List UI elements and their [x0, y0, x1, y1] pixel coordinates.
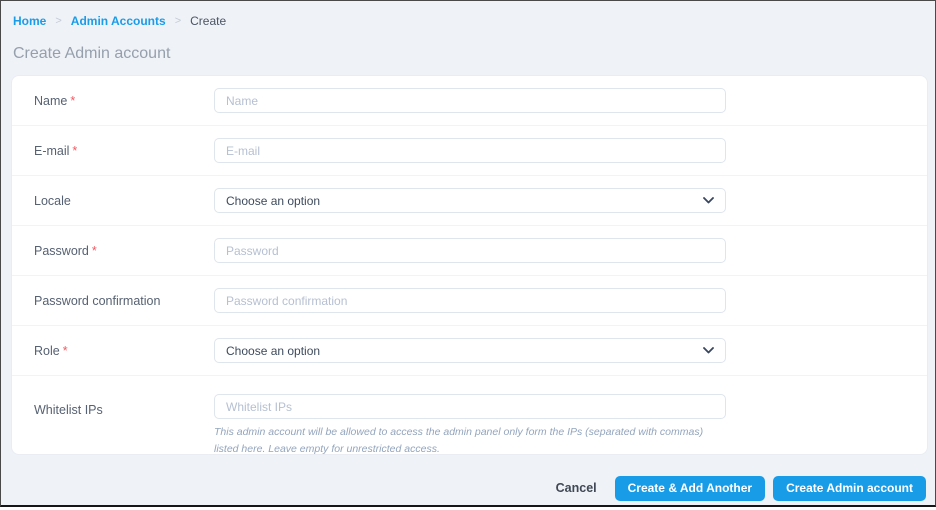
cancel-button[interactable]: Cancel — [546, 475, 607, 501]
email-label: E-mail * — [34, 143, 78, 158]
name-label: Name * — [34, 93, 76, 108]
breadcrumb-separator-icon: > — [55, 15, 62, 27]
locale-select-value: Choose an option — [226, 193, 321, 208]
password-confirmation-input[interactable] — [214, 288, 726, 313]
field-row-name: Name * — [12, 76, 927, 126]
chevron-down-icon — [703, 197, 714, 204]
locale-select[interactable]: Choose an option — [214, 188, 726, 213]
required-asterisk: * — [72, 143, 78, 158]
breadcrumb: Home > Admin Accounts > Create — [13, 14, 226, 28]
whitelist-ips-input[interactable] — [214, 394, 726, 419]
password-confirmation-label: Password confirmation — [34, 293, 161, 308]
create-and-add-another-button[interactable]: Create & Add Another — [614, 475, 766, 501]
locale-label: Locale — [34, 193, 71, 208]
field-row-password-confirmation: Password confirmation — [12, 276, 927, 326]
role-select-value: Choose an option — [226, 343, 321, 358]
breadcrumb-link-home[interactable]: Home — [13, 14, 46, 28]
field-row-password: Password * — [12, 226, 927, 276]
chevron-down-icon — [703, 347, 714, 354]
screenshot-frame: Home > Admin Accounts > Create Create Ad… — [0, 0, 936, 510]
name-input[interactable] — [214, 88, 726, 113]
form-actions: Cancel Create & Add Another Create Admin… — [546, 475, 926, 501]
password-input[interactable] — [214, 238, 726, 263]
page-title: Create Admin account — [13, 45, 171, 62]
role-label: Role * — [34, 343, 68, 358]
create-admin-form-card: Name* E-mail* Locale Choose an option Pa… — [11, 75, 928, 455]
field-row-whitelist-ips: Whitelist IPs This admin account will be… — [12, 376, 927, 455]
whitelist-ips-help-text: This admin account will be allowed to ac… — [214, 426, 704, 455]
required-asterisk: * — [70, 93, 76, 108]
field-row-locale: Locale Choose an option — [12, 176, 927, 226]
password-label: Password * — [34, 243, 97, 258]
admin-create-page: Home > Admin Accounts > Create Create Ad… — [0, 0, 936, 507]
breadcrumb-link-admin-accounts[interactable]: Admin Accounts — [71, 14, 166, 28]
field-row-email: E-mail * — [12, 126, 927, 176]
required-asterisk: * — [91, 243, 97, 258]
required-asterisk: * — [62, 343, 68, 358]
create-admin-account-button[interactable]: Create Admin account — [773, 475, 926, 501]
email-input[interactable] — [214, 138, 726, 163]
breadcrumb-current-create: Create — [190, 14, 227, 28]
breadcrumb-separator-icon: > — [174, 15, 182, 27]
role-select[interactable]: Choose an option — [214, 338, 726, 363]
field-row-role: Role * Choose an option — [12, 326, 927, 376]
whitelist-ips-label: Whitelist IPs — [34, 403, 103, 417]
